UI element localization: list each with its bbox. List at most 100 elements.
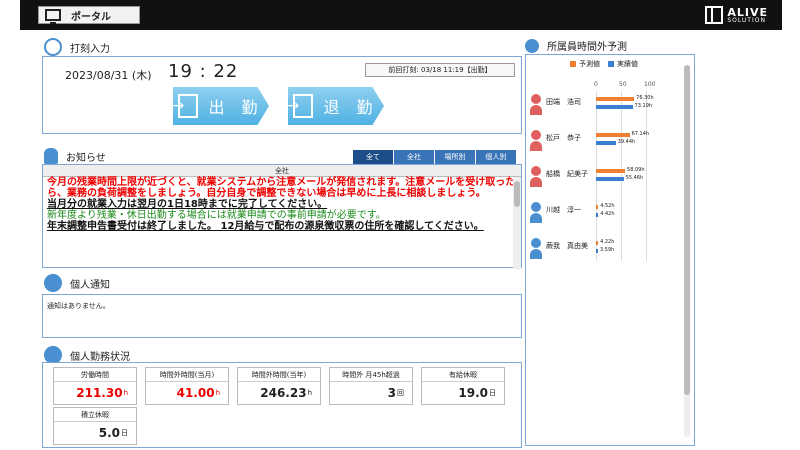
company-logo: ALIVE SOLUTION xyxy=(705,5,768,25)
axis-tick-label: 0 xyxy=(594,81,598,88)
person-name: 船橋 紀美子 xyxy=(546,170,588,178)
clock-out-label: 退 勤 xyxy=(323,98,379,117)
kpi-label: 労働時間 xyxy=(54,368,136,382)
tab-location[interactable]: 場所別 xyxy=(435,150,475,164)
kpi-overtime-year: 時間外時間(当年) 246.23 h xyxy=(237,367,321,405)
kpi-value: 19.0 xyxy=(458,386,488,400)
bar-actual xyxy=(596,249,598,253)
bar-plan-label: 4.22h xyxy=(600,239,615,245)
kpi-value: 41.00 xyxy=(176,386,215,400)
portal-button[interactable]: ポータル xyxy=(38,6,140,24)
notice-item: 今月の残業時間上限が近づくと、就業システムから注意メールが発信されます。注意メー… xyxy=(47,177,516,199)
kpi-label: 積立休暇 xyxy=(54,408,136,422)
kpi-unit: 回 xyxy=(397,389,404,397)
legend-swatch-actual xyxy=(608,61,614,67)
kpi-label: 時間外 月45h超過 xyxy=(330,368,412,382)
bar-plan xyxy=(596,169,626,173)
kpi-label: 有給休暇 xyxy=(422,368,504,382)
kpi-accumulated-leave: 積立休暇 5.0 日 xyxy=(53,407,137,445)
bar-actual xyxy=(596,105,633,109)
info-icon xyxy=(44,274,62,292)
clock-in-button[interactable]: 出 勤 xyxy=(173,87,269,125)
person-avatar-icon xyxy=(530,202,542,224)
chart-legend: 予測値 実績値 xyxy=(570,59,646,69)
bar-plan xyxy=(596,97,635,101)
team-icon xyxy=(525,38,539,53)
work-status-title: 個人勤務状況 xyxy=(70,351,130,363)
person-name: 松戸 恭子 xyxy=(546,134,581,142)
person-name: 田端 浩司 xyxy=(546,98,581,106)
work-status-panel: 労働時間 211.30 h 時間外時間(当月) 41.00 h 時間外時間(当年) … xyxy=(42,362,522,448)
person-avatar-icon xyxy=(530,166,542,188)
bar-actual xyxy=(596,213,599,217)
bar-plan xyxy=(596,133,630,137)
bar-actual xyxy=(596,177,624,181)
kpi-unit: h xyxy=(307,389,312,397)
overtime-forecast-title: 所属員時間外予測 xyxy=(547,42,627,53)
person-avatar-icon xyxy=(530,94,542,116)
tab-all[interactable]: 全て xyxy=(353,150,393,164)
notice-item: 年末調整申告書受付は終了しました。 12月給与で配布の源泉徴収票の住所を確認して… xyxy=(47,221,484,232)
notice-section-title: お知らせ xyxy=(44,148,106,164)
kpi-unit: 日 xyxy=(489,389,496,397)
forecast-person-row: 松戸 恭子 67.14h 39.44h xyxy=(530,127,680,157)
forecast-scrollbar[interactable] xyxy=(684,65,690,437)
overtime-forecast-section-title: 所属員時間外予測 xyxy=(525,38,627,53)
personal-notice-section-title: 個人通知 xyxy=(44,274,110,292)
kpi-value: 246.23 xyxy=(260,386,307,400)
forecast-person-row: 蕨我 真由美 4.22h 3.59h xyxy=(530,235,680,265)
notice-item: 新年度より残業・休日出勤する場合には就業申請での事前申請が必要です。 xyxy=(47,210,386,221)
bar-plan-label: 58.09h xyxy=(627,167,645,173)
forecast-person-row: 川越 淳一 4.52h 4.42h xyxy=(530,199,680,229)
app-window: ポータル ALIVE SOLUTION 打刻入力 2023/08/31 (木) … xyxy=(20,0,782,450)
kpi-overtime-45h: 時間外 月45h超過 3回 xyxy=(329,367,413,405)
notice-tabs: 全て 全社 場所別 個人別 xyxy=(353,150,517,164)
overtime-forecast-panel: 予測値 実績値 0 50 100 田端 浩司 76.30h 73.19h 松戸 恭子 67.1… xyxy=(525,54,695,446)
axis-tick-label: 100 xyxy=(644,81,656,88)
bar-actual xyxy=(596,141,616,145)
kpi-unit: h xyxy=(123,389,128,397)
punch-date: 2023/08/31 (木) xyxy=(65,69,152,82)
monitor-icon xyxy=(45,9,61,24)
kpi-label: 時間外時間(当年) xyxy=(238,368,320,382)
bar-plan-label: 4.52h xyxy=(600,203,615,209)
forecast-person-row: 田端 浩司 76.30h 73.19h xyxy=(530,91,680,121)
notice-panel: 全社 今月の残業時間上限が近づくと、就業システムから注意メールが発信されます。注… xyxy=(42,164,522,269)
bar-actual-label: 3.59h xyxy=(600,247,615,253)
legend-swatch-plan xyxy=(570,61,576,67)
tab-company[interactable]: 全社 xyxy=(394,150,434,164)
logo-line1: ALIVE xyxy=(727,5,768,19)
bar-actual-label: 4.42h xyxy=(600,211,615,217)
kpi-unit: 日 xyxy=(121,429,128,437)
portal-label: ポータル xyxy=(71,11,111,23)
chart-axis: 0 50 100 xyxy=(594,81,656,91)
logo-line2: SOLUTION xyxy=(727,16,766,24)
kpi-unit: h xyxy=(215,389,220,397)
notice-scrollbar[interactable] xyxy=(513,177,521,269)
kpi-value: 211.30 xyxy=(76,386,123,400)
personal-notice-message: 通知はありません。 xyxy=(47,302,110,310)
exit-door-icon xyxy=(288,94,314,118)
personal-notice-panel: 通知はありません。 xyxy=(42,294,522,338)
personal-notice-title: 個人通知 xyxy=(70,279,110,291)
forecast-person-row: 船橋 紀美子 58.09h 55.46h xyxy=(530,163,680,193)
legend-actual: 実績値 xyxy=(617,60,638,68)
notice-title: お知らせ xyxy=(66,152,106,164)
axis-tick-label: 50 xyxy=(619,81,627,88)
clock-in-label: 出 勤 xyxy=(208,98,264,117)
person-name: 川越 淳一 xyxy=(546,206,581,214)
person-name: 蕨我 真由美 xyxy=(546,242,588,250)
punch-time: 19 : 22 xyxy=(168,61,239,82)
kpi-label: 時間外時間(当月) xyxy=(146,368,228,382)
tab-personal[interactable]: 個人別 xyxy=(476,150,516,164)
punch-section-title: 打刻入力 xyxy=(44,38,110,56)
notice-item: 当月分の就業入力は翌月の1日18時までに完了してください。 xyxy=(47,199,328,210)
bar-plan-label: 76.30h xyxy=(636,95,654,101)
person-avatar-icon xyxy=(530,130,542,152)
kpi-working-hours: 労働時間 211.30 h xyxy=(53,367,137,405)
kpi-value: 5.0 xyxy=(98,426,120,440)
kpi-value: 3 xyxy=(387,386,396,400)
bar-plan xyxy=(596,241,599,245)
logo-mark-icon xyxy=(705,6,724,24)
clock-out-button[interactable]: 退 勤 xyxy=(288,87,384,125)
